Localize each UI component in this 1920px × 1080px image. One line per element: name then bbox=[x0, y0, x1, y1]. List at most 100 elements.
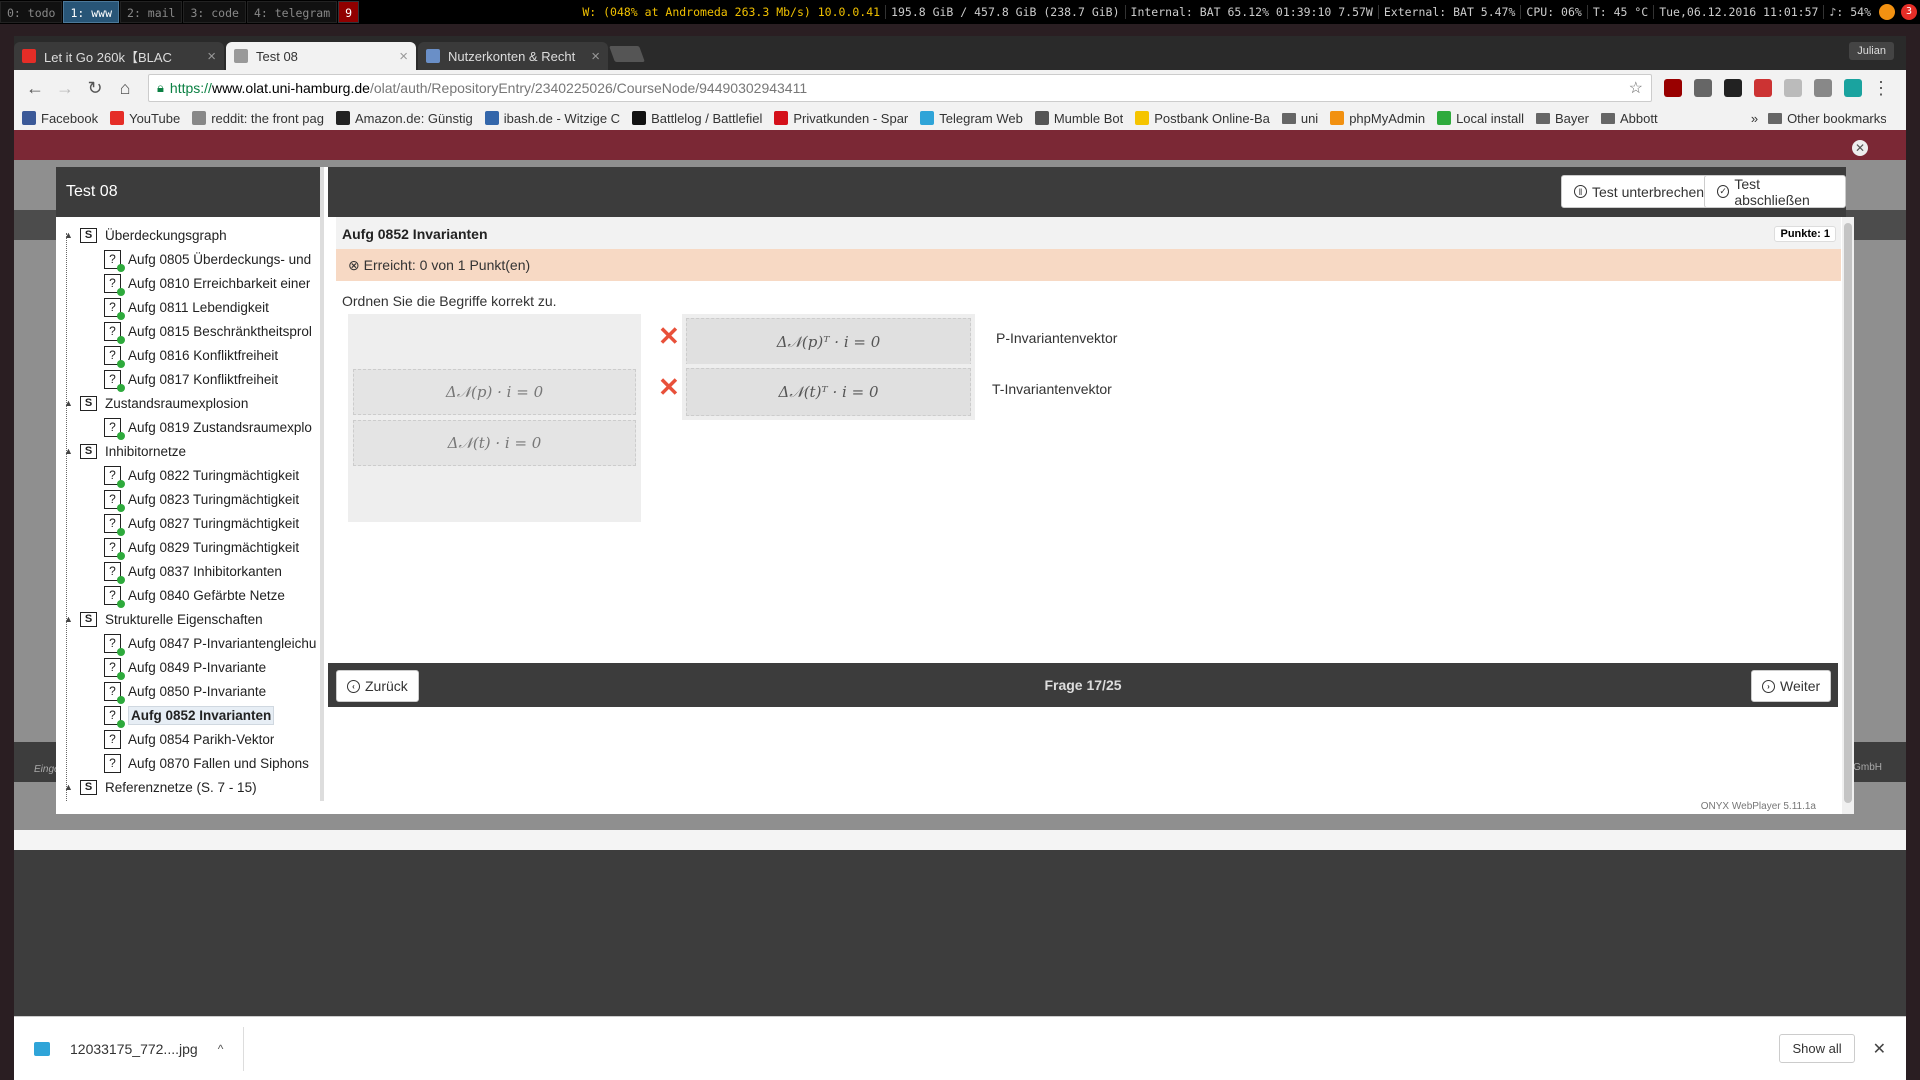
bookmarks-overflow-icon[interactable]: » bbox=[1751, 111, 1758, 126]
next-button[interactable]: › Weiter bbox=[1751, 670, 1832, 702]
back-button[interactable]: ‹ Zurück bbox=[336, 670, 419, 702]
workspace-4[interactable]: 4: telegram bbox=[246, 1, 338, 23]
extension-icon[interactable] bbox=[1724, 79, 1742, 97]
workspace-3[interactable]: 3: code bbox=[183, 1, 246, 23]
address-bar[interactable]: 🔒︎ https:// www.olat.uni-hamburg.de /ola… bbox=[148, 74, 1652, 102]
draggable-term[interactable]: Δ𝒩(t) · i = 0 bbox=[353, 420, 636, 466]
bookmark-item[interactable]: uni bbox=[1281, 111, 1318, 126]
chevron-up-icon[interactable]: ^ bbox=[218, 1042, 224, 1056]
bookmark-item[interactable]: Mumble Bot bbox=[1034, 111, 1123, 126]
tree-item[interactable]: ? Aufg 0837 Inhibitorkanten bbox=[56, 559, 320, 584]
bookmark-item[interactable]: Abbott bbox=[1600, 111, 1658, 126]
vertical-scrollbar[interactable] bbox=[1842, 217, 1854, 814]
bookmark-item[interactable]: Bayer bbox=[1536, 111, 1589, 126]
source-slot[interactable]: Δ𝒩(p) · i = 0 bbox=[348, 364, 641, 420]
close-tab-icon[interactable]: × bbox=[399, 48, 408, 65]
source-slot[interactable] bbox=[348, 314, 641, 370]
drop-target[interactable]: Δ𝒩(p)ᵀ · i = 0 bbox=[682, 314, 975, 370]
tree-item[interactable]: ? Aufg 0854 Parikh-Vektor bbox=[56, 727, 320, 751]
bookmark-item[interactable]: Facebook bbox=[22, 111, 98, 126]
workspace-1[interactable]: 1: www bbox=[63, 1, 120, 23]
show-all-downloads-button[interactable]: Show all bbox=[1779, 1034, 1855, 1063]
tree-item[interactable]: ? Aufg 0849 P-Invariante bbox=[56, 655, 320, 680]
tree-item[interactable]: ? Aufg 0850 P-Invariante bbox=[56, 679, 320, 704]
bookmark-item[interactable]: Postbank Online-Ba bbox=[1135, 111, 1270, 126]
tree-item[interactable]: ? Aufg 0870 Fallen und Siphons bbox=[56, 751, 320, 775]
folder-icon bbox=[1281, 112, 1296, 124]
home-icon[interactable]: ⌂ bbox=[112, 75, 138, 101]
close-tab-icon[interactable]: × bbox=[207, 48, 216, 65]
workspace-5[interactable]: 9 bbox=[338, 1, 360, 23]
tab-nutzerkonten[interactable]: Nutzerkonten & Recht × bbox=[418, 42, 608, 70]
tree-section[interactable]: ▲ S Inhibitornetze bbox=[56, 439, 320, 463]
tab-test-08[interactable]: Test 08 × bbox=[226, 42, 416, 70]
source-slot[interactable]: Δ𝒩(t) · i = 0 bbox=[348, 415, 641, 471]
back-arrow-icon[interactable]: ← bbox=[22, 75, 48, 101]
tree-section[interactable]: ▲ S Strukturelle Eigenschaften bbox=[56, 607, 320, 631]
close-icon[interactable]: ✕ bbox=[1873, 1039, 1886, 1059]
target-label: T-Invariantenvektor bbox=[992, 381, 1112, 397]
new-tab-button[interactable] bbox=[609, 46, 645, 62]
bookmark-item[interactable]: phpMyAdmin bbox=[1330, 111, 1425, 126]
bookmark-item[interactable]: Privatkunden - Spar bbox=[774, 111, 908, 126]
tree-item[interactable]: ? Aufg 0816 Konfliktfreiheit bbox=[56, 343, 320, 368]
scrollbar-thumb[interactable] bbox=[1844, 223, 1852, 803]
tree-item-label: Aufg 0810 Erreichbarkeit einer bbox=[128, 275, 311, 291]
download-item[interactable]: 12033175_772....jpg ^ bbox=[14, 1026, 245, 1071]
tree-section[interactable]: ▲ S Referenznetze (S. 7 - 15) bbox=[56, 775, 320, 799]
workspace-0[interactable]: 0: todo bbox=[0, 1, 63, 23]
finish-test-button[interactable]: ✓ Test abschließen bbox=[1704, 175, 1846, 208]
tree-item[interactable]: ? Aufg 0827 Turingmächtigkeit bbox=[56, 511, 320, 536]
reload-icon[interactable]: ↻ bbox=[82, 75, 108, 101]
forward-arrow-icon[interactable]: → bbox=[52, 75, 78, 101]
bookmark-item[interactable]: reddit: the front pag bbox=[192, 111, 324, 126]
section-icon: S bbox=[80, 611, 97, 627]
menu-icon[interactable]: ⋮ bbox=[1868, 75, 1894, 101]
tree-item[interactable]: ? Aufg 0819 Zustandsraumexplo bbox=[56, 415, 320, 440]
tree-item[interactable]: ? Aufg 0829 Turingmächtigkeit bbox=[56, 535, 320, 560]
bookmark-item[interactable]: Amazon.de: Günstig bbox=[335, 111, 473, 126]
bookmark-item[interactable]: Local install bbox=[1437, 111, 1524, 126]
tree-item-current[interactable]: ? Aufg 0852 Invarianten bbox=[56, 703, 320, 728]
extension-icon[interactable] bbox=[1844, 79, 1862, 97]
pause-test-button[interactable]: ‖ Test unterbrechen bbox=[1561, 175, 1718, 208]
other-bookmarks[interactable]: Other bookmarks bbox=[1768, 111, 1886, 126]
tree-section[interactable]: ▲ S Zustandsraumexplosion bbox=[56, 391, 320, 415]
other-bookmarks-label: Other bookmarks bbox=[1787, 110, 1886, 126]
tree-item[interactable]: ? Aufg 0815 Beschränktheitsprol bbox=[56, 319, 320, 344]
bookmark-star-icon[interactable]: ☆ bbox=[1629, 78, 1643, 98]
bookmark-item[interactable]: YouTube bbox=[110, 111, 180, 126]
close-tab-icon[interactable]: × bbox=[591, 48, 600, 65]
extension-icon[interactable] bbox=[1814, 79, 1832, 97]
bookmark-item[interactable]: Battlelog / Battlefiel bbox=[632, 111, 762, 126]
tree-item[interactable]: ? Aufg 0840 Gefärbte Netze bbox=[56, 583, 320, 608]
workspace-2[interactable]: 2: mail bbox=[120, 1, 183, 23]
tab-youtube[interactable]: Let it Go 260k【BLAC × bbox=[14, 42, 224, 70]
bookmark-item[interactable]: Telegram Web bbox=[920, 111, 1023, 126]
extension-icon[interactable] bbox=[1754, 79, 1772, 97]
source-slot[interactable] bbox=[348, 466, 641, 522]
extension-icon[interactable] bbox=[1694, 79, 1712, 97]
download-shelf: 12033175_772....jpg ^ Show all ✕ bbox=[14, 1016, 1906, 1080]
tree-item[interactable]: ? Aufg 0805 Überdeckungs- und bbox=[56, 247, 320, 272]
extension-icon[interactable] bbox=[1784, 79, 1802, 97]
tree-item[interactable]: ? Aufg 0823 Turingmächtigkeit bbox=[56, 487, 320, 512]
drop-target[interactable]: Δ𝒩(t)ᵀ · i = 0 bbox=[682, 364, 975, 420]
tree-item[interactable]: ? Aufg 0847 P-Invariantengleichu bbox=[56, 631, 320, 656]
profile-button[interactable]: Julian bbox=[1849, 42, 1894, 60]
tree-item[interactable]: ? Aufg 0822 Turingmächtigkeit bbox=[56, 463, 320, 488]
close-player-icon[interactable]: ✕ bbox=[1852, 140, 1868, 156]
bookmark-item[interactable]: ibash.de - Witzige C bbox=[484, 111, 620, 126]
placed-term[interactable]: Δ𝒩(t)ᵀ · i = 0 bbox=[686, 368, 971, 416]
extension-icon[interactable] bbox=[1664, 79, 1682, 97]
tray-notification-icon[interactable]: 3 bbox=[1901, 4, 1917, 20]
tree-item[interactable]: ? Aufg 0810 Erreichbarkeit einer bbox=[56, 271, 320, 296]
placed-term[interactable]: Δ𝒩(p)ᵀ · i = 0 bbox=[686, 318, 971, 366]
tree-item[interactable]: ? Aufg 0811 Lebendigkeit bbox=[56, 295, 320, 320]
bookmark-label: Local install bbox=[1456, 110, 1525, 126]
tree-item-label: Aufg 0870 Fallen und Siphons bbox=[128, 755, 309, 771]
draggable-term[interactable]: Δ𝒩(p) · i = 0 bbox=[353, 369, 636, 415]
tree-section[interactable]: ▲ S Überdeckungsgraph bbox=[56, 223, 320, 247]
tree-item[interactable]: ? Aufg 0817 Konfliktfreiheit bbox=[56, 367, 320, 392]
tray-app-icon[interactable] bbox=[1879, 4, 1895, 20]
